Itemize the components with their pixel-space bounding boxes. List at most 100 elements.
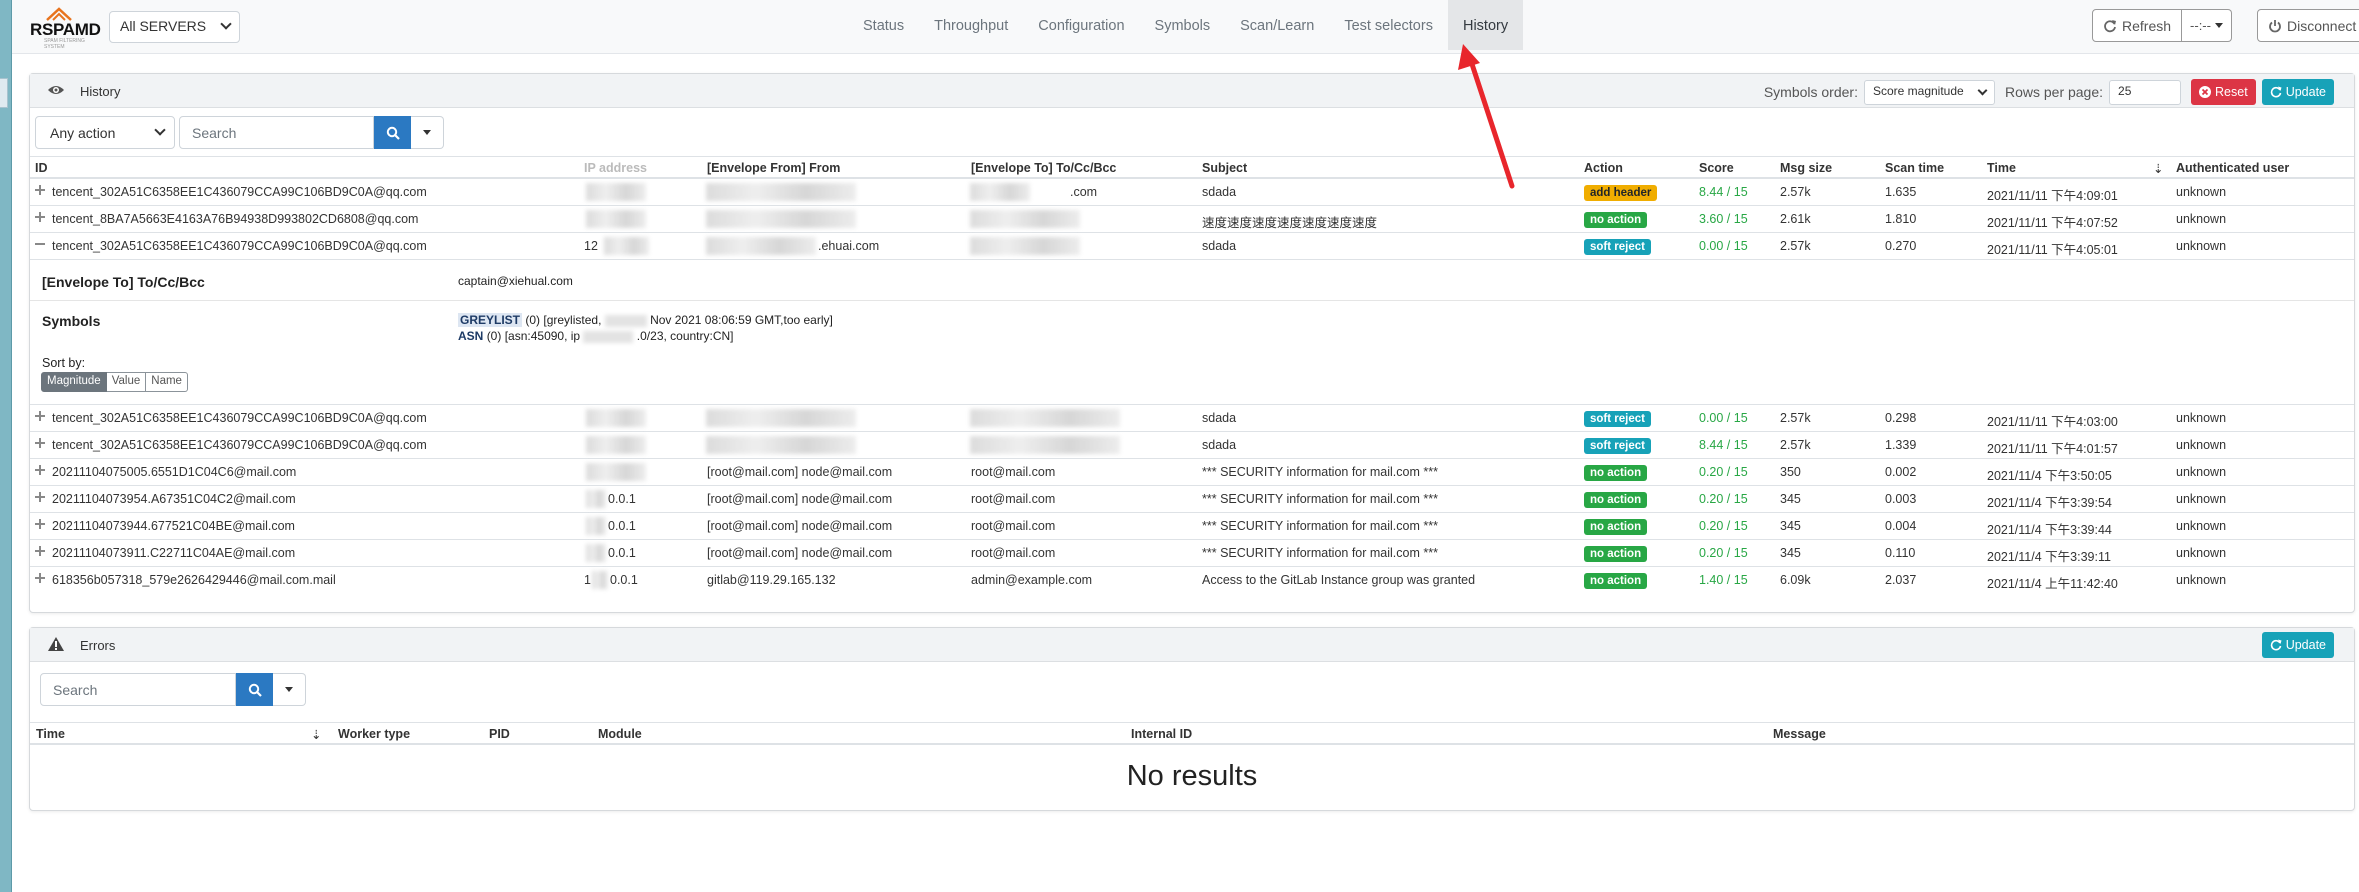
row-scan-time: 0.270 [1885, 239, 1917, 253]
caret-down-icon [423, 130, 431, 135]
col-message[interactable]: Message [1773, 727, 1826, 741]
errors-search-input[interactable]: Search [40, 673, 236, 706]
row-subject: *** SECURITY information for mail.com **… [1202, 519, 1438, 533]
row-id: 20211104073911.C22711C04AE@mail.com [52, 546, 296, 560]
errors-update-button[interactable]: Update [2261, 632, 2334, 658]
row-from: [root@mail.com] node@mail.com [707, 519, 893, 533]
table-row[interactable]: tencent_302A51C6358EE1C436079CCA99C106BD… [30, 233, 2354, 260]
table-row[interactable]: tencent_302A51C6358EE1C436079CCA99C106BD… [30, 432, 2354, 459]
eye-icon [48, 86, 64, 94]
tab-scan-learn[interactable]: Scan/Learn [1225, 0, 1329, 50]
col-score[interactable]: Score [1699, 161, 1734, 175]
row-score: 1.40 / 15 [1699, 573, 1748, 587]
errors-title: Errors [80, 638, 116, 653]
errors-search-options-dropdown[interactable] [273, 673, 306, 706]
expand-icon[interactable] [34, 572, 46, 584]
divider [30, 300, 2354, 301]
table-row[interactable]: 20211104073954.A67351C04C2@mail.com 0.0.… [30, 486, 2354, 513]
col-internal-id[interactable]: Internal ID [1131, 727, 1192, 741]
reset-button[interactable]: Reset [2191, 79, 2256, 105]
row-size: 345 [1780, 519, 1801, 533]
table-row[interactable]: tencent_302A51C6358EE1C436079CCA99C106BD… [30, 405, 2354, 432]
table-row[interactable]: 20211104073911.C22711C04AE@mail.com 0.0.… [30, 540, 2354, 567]
errors-search-button[interactable] [236, 673, 273, 706]
refresh-icon [2104, 19, 2116, 32]
col-authenticated-user[interactable]: Authenticated user [2176, 161, 2289, 175]
times-circle-icon [2199, 86, 2212, 98]
table-row[interactable]: tencent_8BA7A5663E4163A76B94938D993802CD… [30, 206, 2354, 233]
tab-symbols[interactable]: Symbols [1140, 0, 1226, 50]
action-filter-select[interactable]: Any action [35, 116, 175, 149]
history-update-button[interactable]: Update [2261, 79, 2334, 105]
col-worker-type[interactable]: Worker type [338, 727, 410, 741]
sort-desc-icon[interactable]: ⇣ [311, 727, 321, 742]
row-user: unknown [2176, 465, 2227, 479]
row-from: [root@mail.com] node@mail.com [707, 492, 893, 506]
col-subject[interactable]: Subject [1202, 161, 1247, 175]
row-score: 8.44 / 15 [1699, 185, 1748, 199]
row-score: 0.20 / 15 [1699, 465, 1748, 479]
col-time[interactable]: Time [36, 727, 65, 741]
server-select[interactable]: All SERVERS [109, 11, 240, 43]
expand-icon[interactable] [34, 464, 46, 476]
table-row[interactable]: 20211104073944.677521C04BE@mail.com 0.0.… [30, 513, 2354, 540]
refresh-button[interactable]: Refresh [2092, 9, 2183, 42]
history-search-input[interactable]: Search [179, 116, 374, 149]
redacted-from [706, 183, 856, 201]
col-id[interactable]: ID [35, 161, 48, 175]
expand-icon[interactable] [34, 491, 46, 503]
col-msg-size[interactable]: Msg size [1780, 161, 1832, 175]
history-table-header: ID IP address [Envelope From] From [Enve… [30, 156, 2354, 179]
expand-icon[interactable] [34, 184, 46, 196]
warning-icon [48, 637, 64, 651]
sort-value-button[interactable]: Value [106, 372, 147, 392]
row-time: 2021/11/11 下午4:07:52 [1987, 216, 2118, 230]
row-to: .com [1070, 185, 1098, 199]
col-from[interactable]: [Envelope From] From [707, 161, 840, 175]
collapse-icon[interactable] [34, 238, 46, 250]
refresh-interval-dropdown[interactable]: --:-- [2182, 9, 2232, 42]
row-to: admin@example.com [971, 573, 1093, 587]
action-badge: no action [1584, 465, 1648, 481]
table-row[interactable]: tencent_302A51C6358EE1C436079CCA99C106BD… [30, 179, 2354, 206]
redacted-ip [592, 571, 608, 589]
tab-status[interactable]: Status [848, 0, 919, 50]
symbol-asn: ASN (0) [asn:45090, ip .0/23, country:CN… [458, 329, 734, 343]
rows-per-page-input[interactable]: 25 [2109, 79, 2182, 105]
col-ip[interactable]: IP address [584, 161, 647, 175]
tab-configuration[interactable]: Configuration [1023, 0, 1139, 50]
redacted-ip [586, 544, 606, 562]
sort-magnitude-button[interactable]: Magnitude [41, 372, 107, 392]
col-module[interactable]: Module [598, 727, 642, 741]
table-row[interactable]: 618356b057318_579e2626429446@mail.com.ma… [30, 567, 2354, 594]
expand-icon[interactable] [34, 545, 46, 557]
col-scan-time[interactable]: Scan time [1885, 161, 1944, 175]
row-user: unknown [2176, 411, 2227, 425]
expand-icon[interactable] [34, 518, 46, 530]
tab-history[interactable]: History [1447, 0, 1524, 50]
expand-icon[interactable] [34, 211, 46, 223]
symbols-order-select[interactable]: Score magnitude [1863, 79, 1995, 105]
col-pid[interactable]: PID [489, 727, 510, 741]
tab-throughput[interactable]: Throughput [919, 0, 1023, 50]
sort-name-button[interactable]: Name [146, 372, 188, 392]
sort-desc-icon[interactable]: ⇣ [2153, 161, 2163, 176]
row-from: [root@mail.com] node@mail.com [707, 465, 893, 479]
row-to: root@mail.com [971, 465, 1056, 479]
rspamd-logo[interactable]: RSPAMD SPAM FILTERING SYSTEM [30, 6, 102, 50]
col-action[interactable]: Action [1584, 161, 1623, 175]
expand-icon[interactable] [34, 410, 46, 422]
search-options-dropdown[interactable] [411, 116, 444, 149]
col-to[interactable]: [Envelope To] To/Cc/Bcc [971, 161, 1116, 175]
history-search-button[interactable] [374, 116, 411, 149]
search-icon [248, 683, 262, 697]
left-tab[interactable] [0, 78, 8, 108]
disconnect-button[interactable]: Disconnect [2257, 9, 2359, 42]
col-time[interactable]: Time [1987, 161, 2016, 175]
row-time: 2021/11/11 下午4:03:00 [1987, 415, 2118, 429]
tab-test-selectors[interactable]: Test selectors [1329, 0, 1448, 50]
expand-icon[interactable] [34, 437, 46, 449]
history-toolbar: Any action Search [30, 108, 2354, 156]
table-row[interactable]: 20211104075005.6551D1C04C6@mail.com [roo… [30, 459, 2354, 486]
row-user: unknown [2176, 492, 2227, 506]
